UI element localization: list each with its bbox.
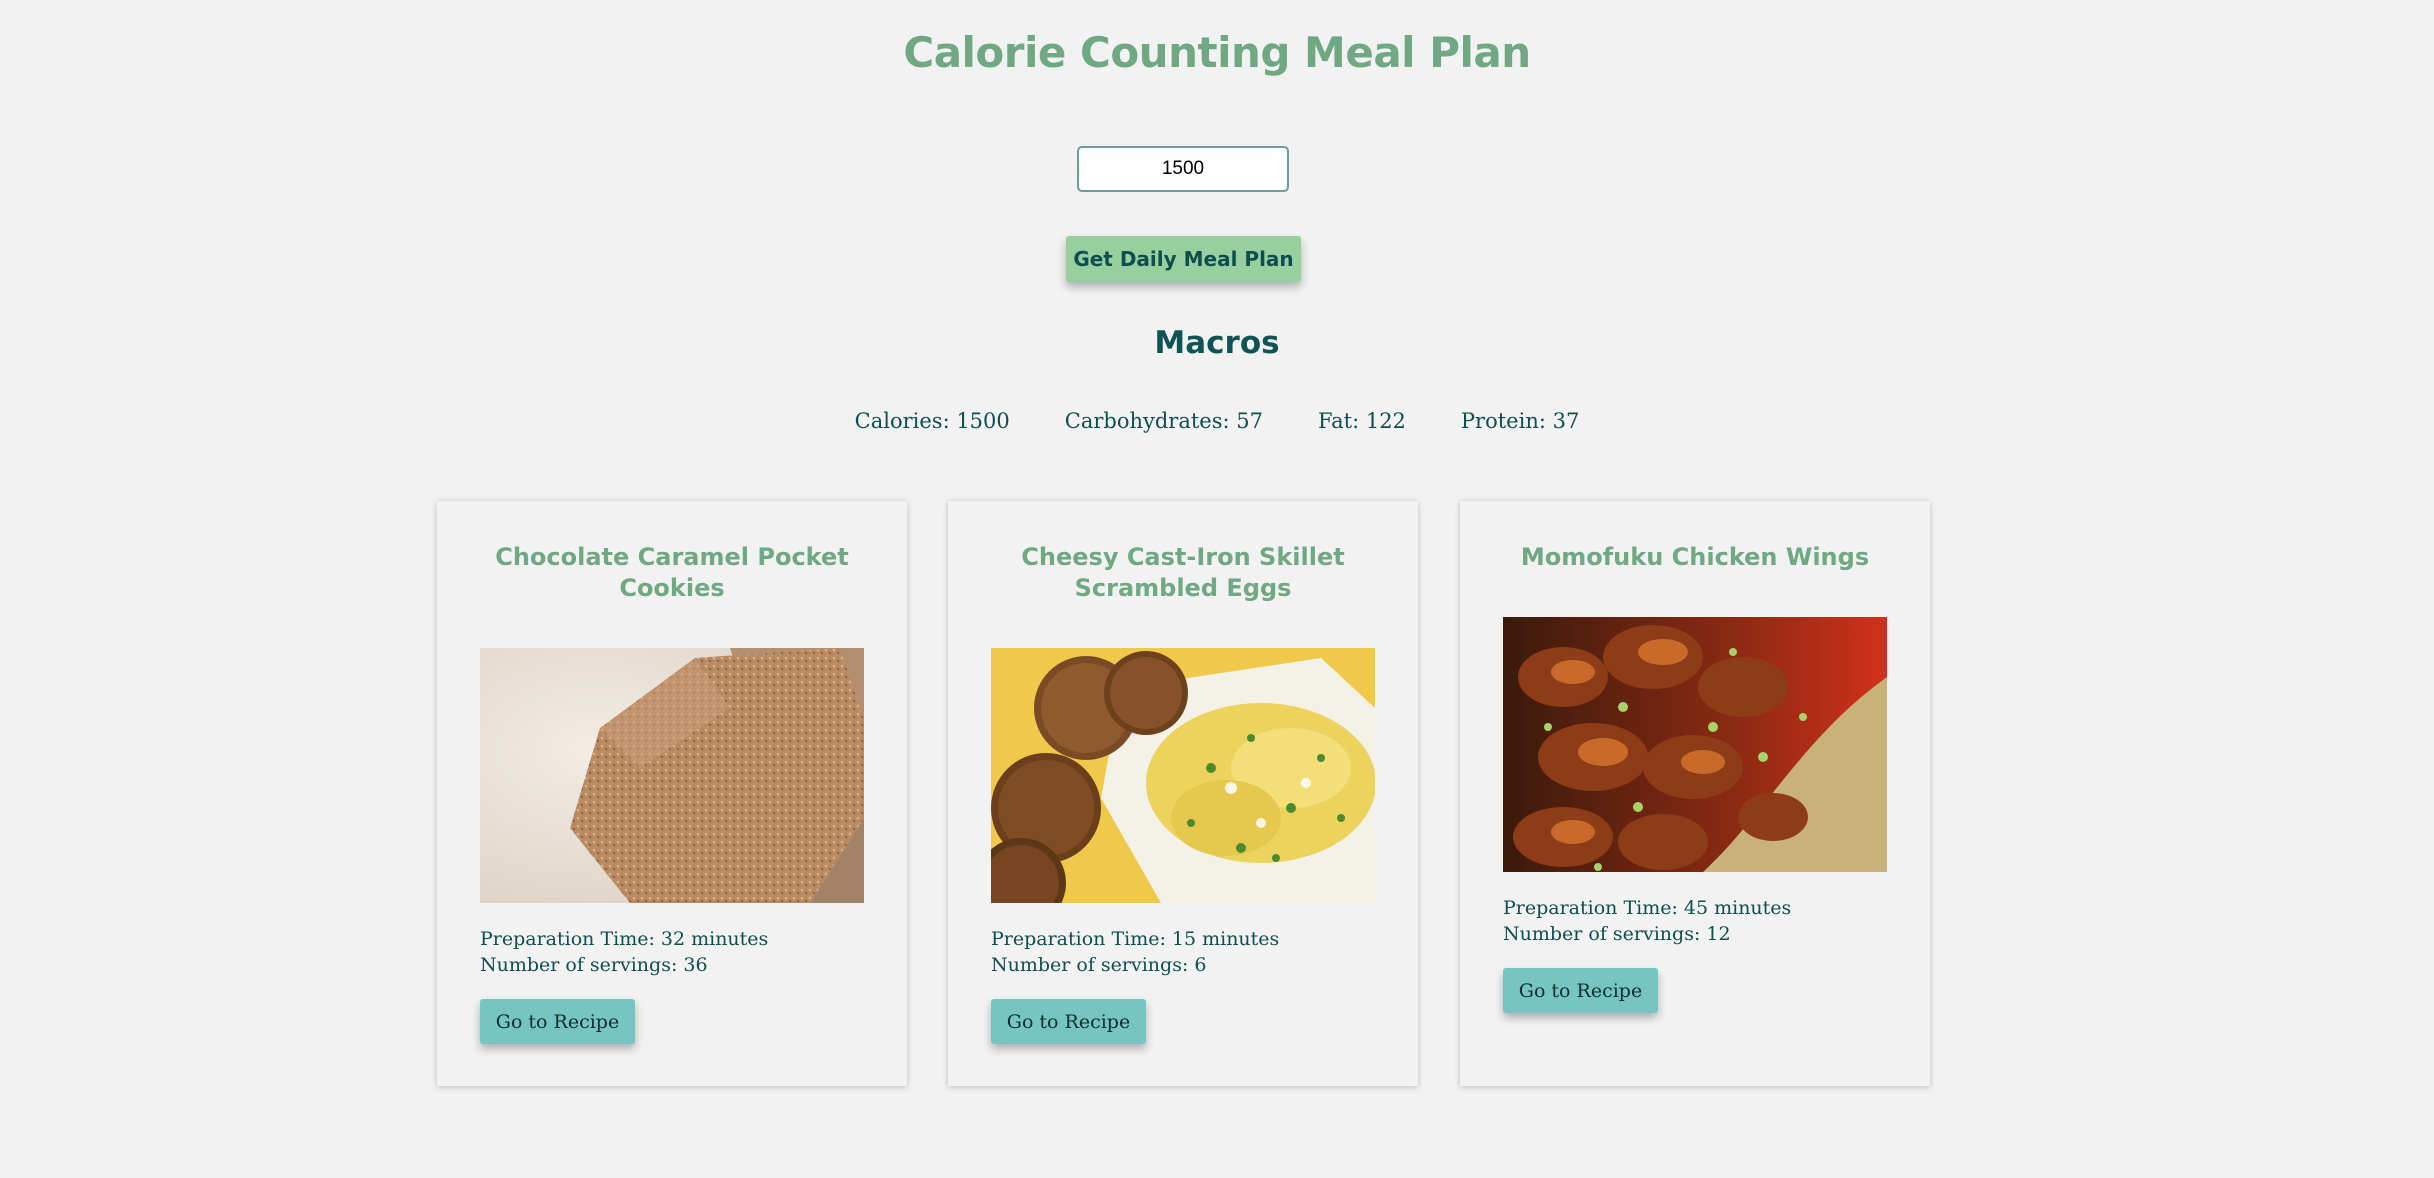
go-to-recipe-button[interactable]: Go to Recipe bbox=[991, 999, 1146, 1044]
page-title: Calorie Counting Meal Plan bbox=[903, 28, 1531, 77]
calorie-input[interactable] bbox=[1077, 146, 1289, 192]
meal-meta: Preparation Time: 32 minutes Number of s… bbox=[480, 926, 768, 978]
servings: Number of servings: 6 bbox=[991, 954, 1207, 976]
cookie-bars-photo bbox=[480, 648, 864, 903]
macro-protein: Protein: 37 bbox=[1460, 409, 1580, 433]
meal-card: Cheesy Cast-Iron Skillet Scrambled Eggs bbox=[948, 501, 1418, 1086]
macros-summary: Calories: 1500 Carbohydrates: 57 Fat: 12… bbox=[0, 409, 2434, 433]
meal-title: Chocolate Caramel Pocket Cookies bbox=[495, 543, 849, 602]
meal-card: Chocolate Caramel Pocket Cookies Prepara… bbox=[437, 501, 907, 1086]
prep-time: Preparation Time: 32 minutes bbox=[480, 928, 769, 950]
meal-title: Cheesy Cast-Iron Skillet Scrambled Eggs bbox=[1021, 543, 1345, 602]
macro-carbohydrates: Carbohydrates: 57 bbox=[1064, 409, 1263, 433]
prep-time: Preparation Time: 45 minutes bbox=[1503, 897, 1792, 919]
servings: Number of servings: 12 bbox=[1503, 923, 1731, 945]
scrambled-eggs-photo bbox=[991, 648, 1375, 903]
meal-meta: Preparation Time: 45 minutes Number of s… bbox=[1503, 895, 1791, 947]
servings: Number of servings: 36 bbox=[480, 954, 708, 976]
go-to-recipe-button[interactable]: Go to Recipe bbox=[1503, 968, 1658, 1013]
macros-heading: Macros bbox=[1154, 325, 1280, 361]
go-to-recipe-button[interactable]: Go to Recipe bbox=[480, 999, 635, 1044]
meal-card: Momofuku Chicken Wings Preparation Time:… bbox=[1460, 501, 1930, 1086]
get-daily-meal-plan-button[interactable]: Get Daily Meal Plan bbox=[1066, 236, 1301, 282]
macro-calories: Calories: 1500 bbox=[854, 409, 1010, 433]
meal-meta: Preparation Time: 15 minutes Number of s… bbox=[991, 926, 1279, 978]
macro-fat: Fat: 122 bbox=[1317, 409, 1406, 433]
meal-title: Momofuku Chicken Wings bbox=[1520, 543, 1870, 571]
chicken-wings-photo bbox=[1503, 617, 1887, 872]
prep-time: Preparation Time: 15 minutes bbox=[991, 928, 1280, 950]
